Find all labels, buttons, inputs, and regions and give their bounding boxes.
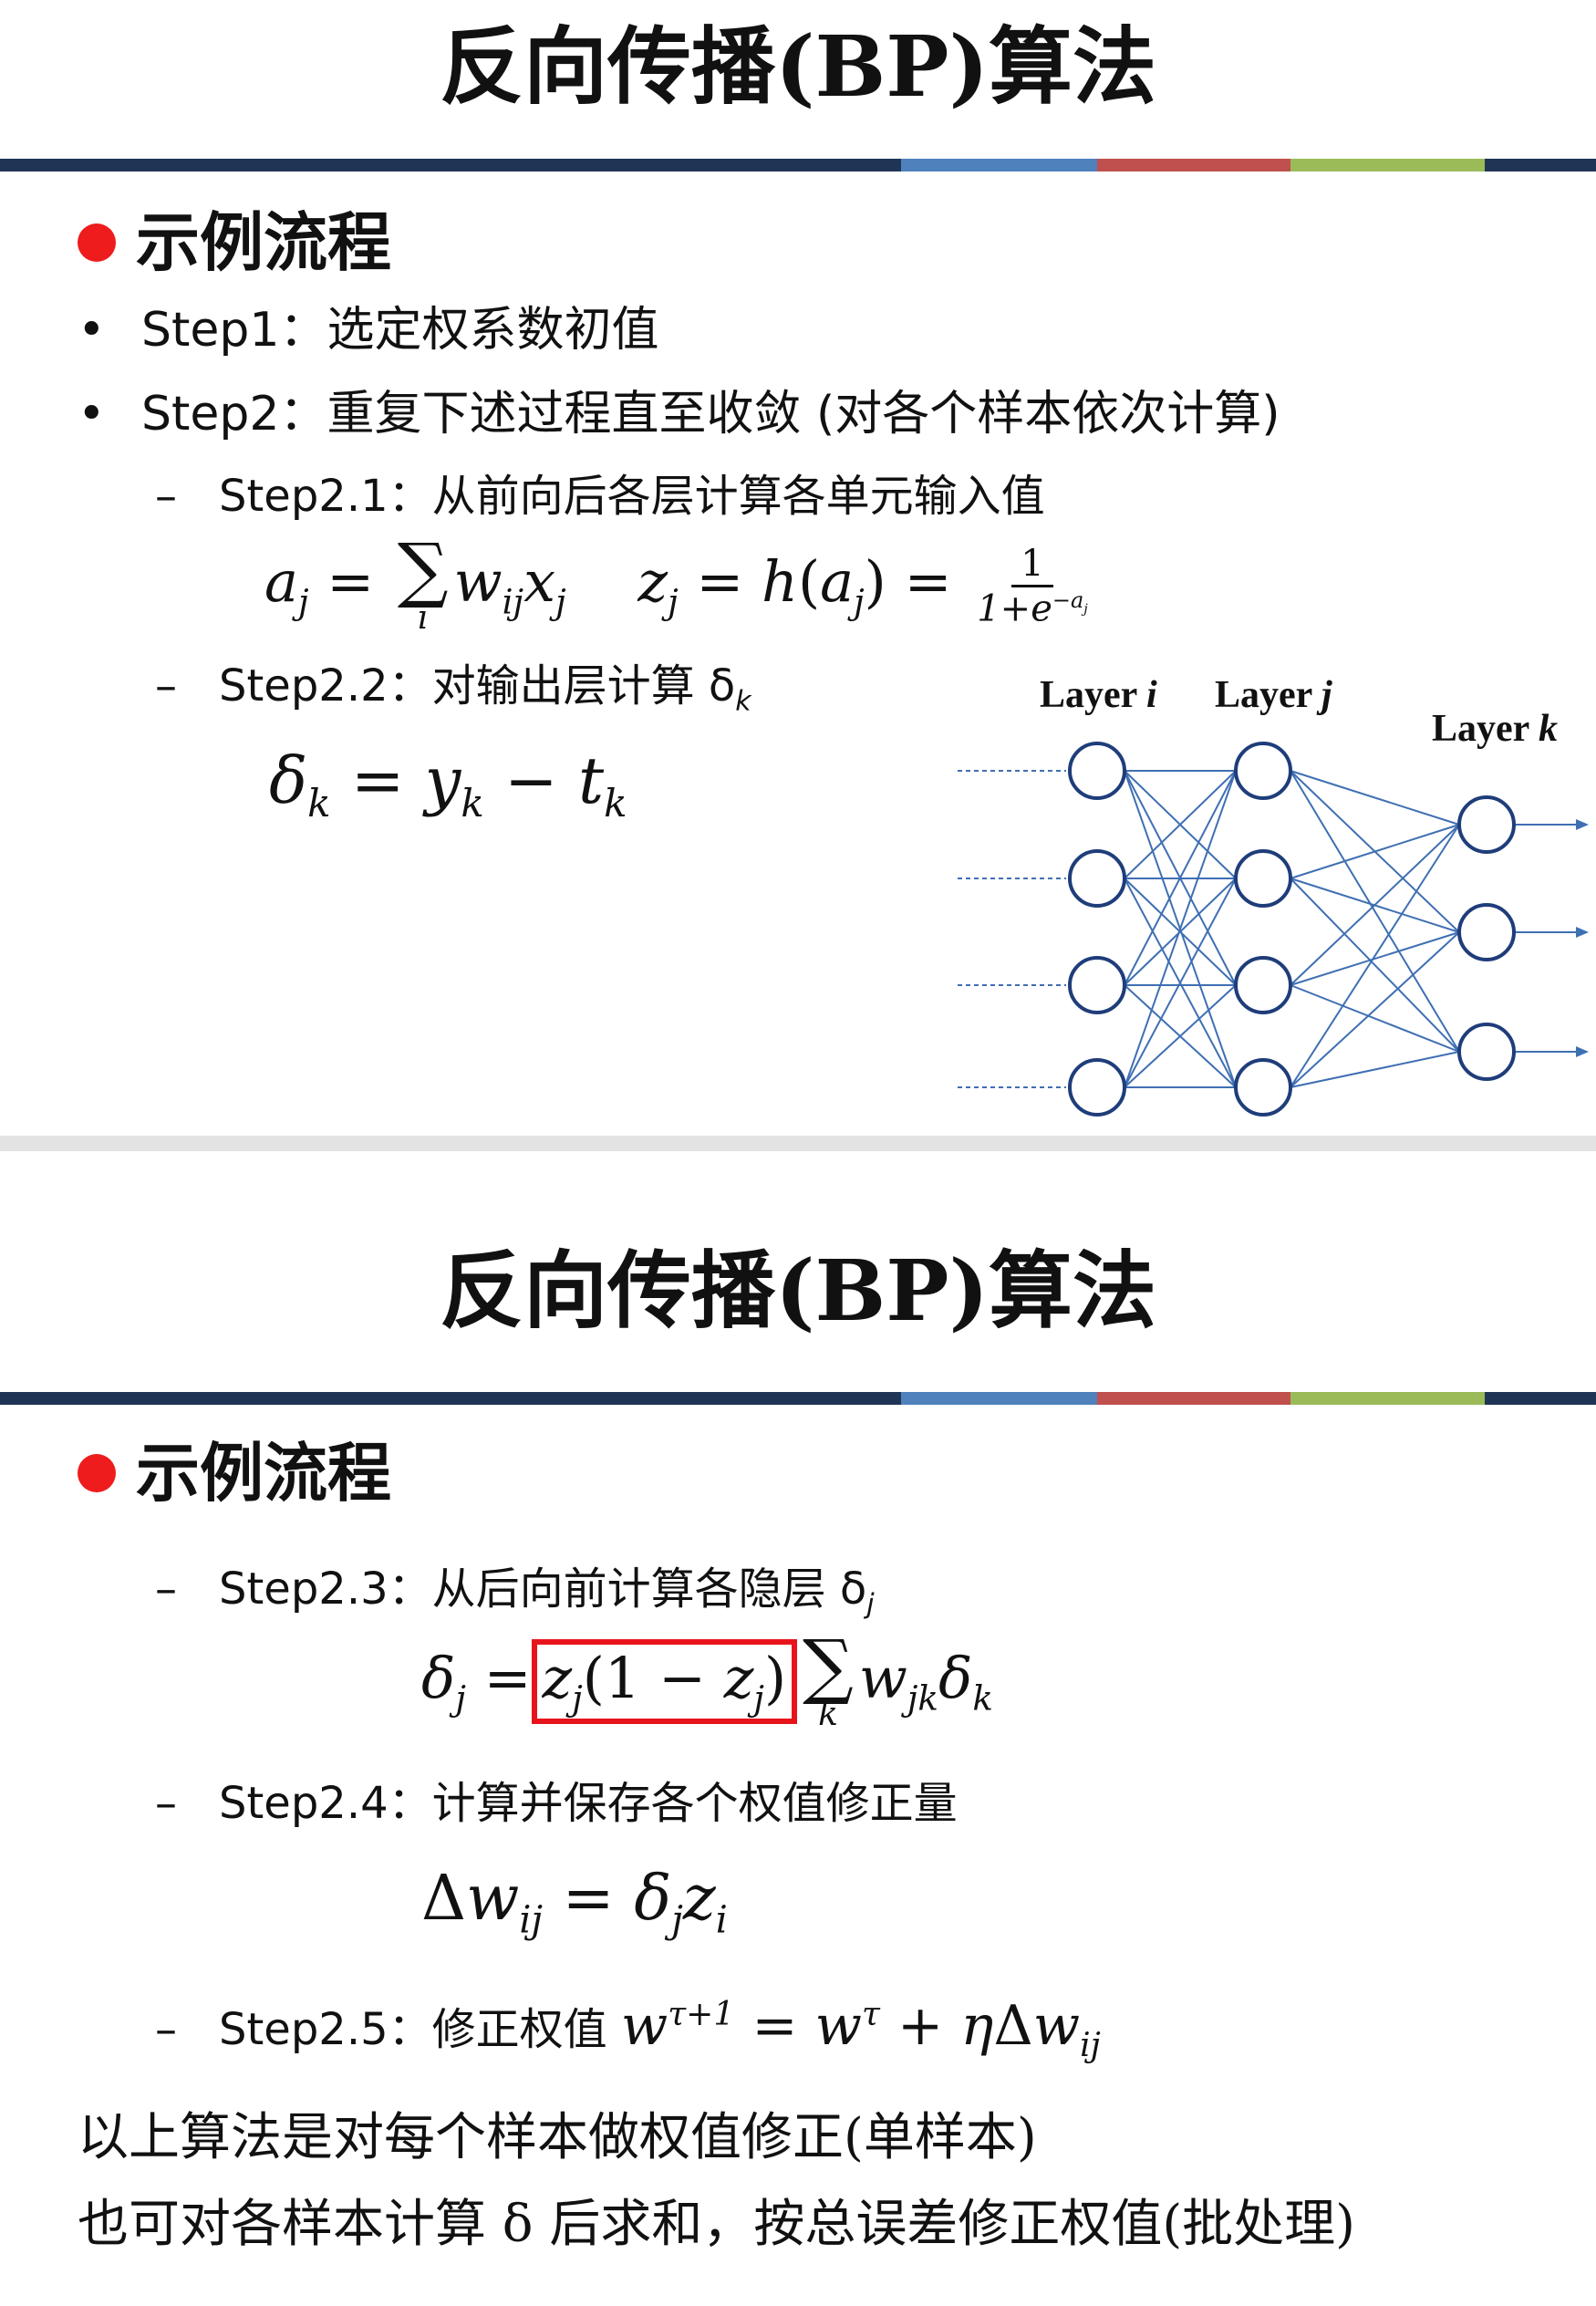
heading-text: 示例流程 <box>136 1435 391 1511</box>
formula-weight-delta: Δwij = δjzi <box>421 1863 728 1942</box>
arrow-head-icon <box>1576 1046 1589 1057</box>
step2-3-sub: j <box>866 1588 875 1621</box>
section-heading: 示例流程 <box>78 1437 391 1510</box>
dash-icon: – <box>155 1563 177 1615</box>
step2-4-text: Step2.4：计算并保存各个权值修正量 <box>219 1778 958 1829</box>
layer-i-node <box>1068 956 1126 1014</box>
layer-j-node <box>1234 1058 1292 1117</box>
connection-line <box>1290 984 1460 1053</box>
arrow-head-icon <box>1576 819 1589 830</box>
slide-1: 反向传播(BP)算法 示例流程 • Step1：选定权系数初值 • Step2：重复… <box>0 0 1596 1136</box>
dash-icon: – <box>155 1778 177 1829</box>
arrow-head-icon <box>1576 927 1589 938</box>
layer-k-node <box>1457 795 1516 854</box>
layer-i-node <box>1068 849 1126 908</box>
layer-j-node <box>1234 742 1292 800</box>
step2-3-text: Step2.3：从后向前计算各隐层 δ <box>219 1563 867 1615</box>
dash-icon: – <box>155 2004 177 2055</box>
formula-hidden-delta: δj = zj(1 − zj) ∑ k wjkδk <box>421 1626 993 1733</box>
layer-j-node <box>1234 849 1292 908</box>
note-single-sample: 以上算法是对每个样本做权值修正(单样本) <box>78 2108 1037 2167</box>
step2-5-text: Step2.5：修正权值 <box>219 2004 607 2055</box>
neural-network-diagram <box>958 742 1589 1117</box>
step2-3-item: – Step2.3：从后向前计算各隐层 δj <box>155 1560 875 1635</box>
note-batch: 也可对各样本计算 δ 后求和，按总误差修正权值(批处理) <box>78 2195 1356 2254</box>
layer-i-node <box>1068 742 1126 800</box>
slide-separator <box>0 1136 1596 1151</box>
highlight-box: zj(1 − zj) <box>531 1639 798 1724</box>
title-divider <box>0 1392 1596 1405</box>
bullet-dot-icon <box>78 1454 116 1492</box>
layer-j-node <box>1234 956 1292 1014</box>
layer-k-node <box>1457 903 1516 961</box>
layer-i-node <box>1068 1058 1126 1117</box>
connection-line <box>1290 770 1460 826</box>
connection-line <box>1290 824 1460 879</box>
slide-2: 反向传播(BP)算法 示例流程 – Step2.3：从后向前计算各隐层 δj δj… <box>0 1151 1596 2306</box>
formula-weight-update: wτ+1 = wτ + ηΔwij <box>620 1994 1101 2064</box>
step2-4-item: – Step2.4：计算并保存各个权值修正量 <box>155 1774 958 1833</box>
layer-k-node <box>1457 1023 1516 1081</box>
connection-line <box>1290 931 1460 986</box>
slide-title: 反向传播(BP)算法 <box>440 1241 1156 1340</box>
step2-5-item: – Step2.5：修正权值 wτ+1 = wτ + ηΔwij <box>155 1986 1101 2075</box>
connection-line <box>1290 1051 1460 1088</box>
